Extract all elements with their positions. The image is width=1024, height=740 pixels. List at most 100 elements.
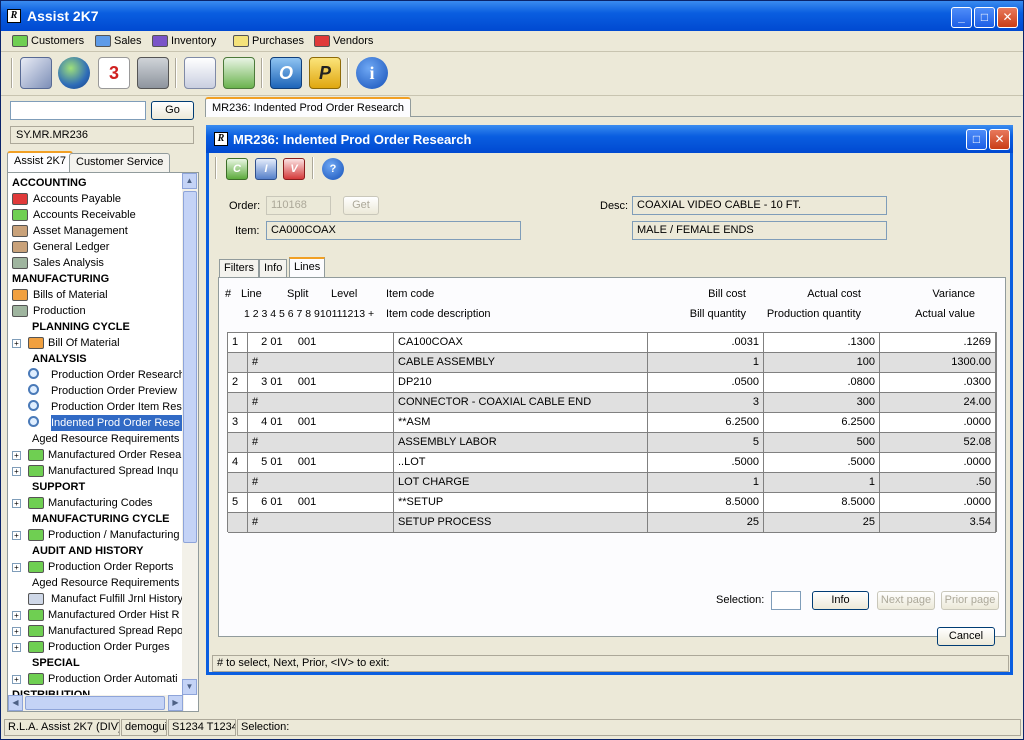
tab-mr236[interactable]: MR236: Indented Prod Order Research [205, 97, 411, 117]
scroll-thumb[interactable] [183, 191, 197, 543]
get-button[interactable]: Get [343, 196, 379, 215]
folder-icon [12, 225, 28, 237]
next-page-button[interactable]: Next page [877, 591, 935, 610]
table-cell: 24.00 [880, 393, 996, 412]
menu-purchases[interactable]: Purchases [232, 33, 304, 50]
table-row[interactable]: 4 5 01 001 ..LOT .5000.5000.0000 [228, 453, 996, 473]
tab-assist-2k7[interactable]: Assist 2K7 [7, 151, 73, 172]
expand-plus-icon[interactable]: + [12, 675, 21, 684]
app-window: R Assist 2K7 _ □ ✕ Customers Sales Inven… [0, 0, 1024, 740]
toolbar-separator [175, 58, 177, 88]
tree-item-label: Aged Resource Requirements R [32, 577, 191, 589]
expand-plus-icon[interactable]: + [12, 467, 21, 476]
expand-plus-icon[interactable]: + [12, 563, 21, 572]
folder-icon [12, 209, 28, 221]
minimize-button[interactable]: _ [951, 7, 972, 28]
table-row[interactable]: # CABLE ASSEMBLY 1 100 1300.00 [228, 353, 996, 373]
report-chart-icon[interactable] [223, 57, 255, 89]
window-title-bar: R MR236: Indented Prod Order Research □ … [206, 125, 1013, 153]
tree-vertical-scrollbar[interactable]: ▲ ▼ [182, 173, 198, 695]
order-field[interactable]: 110168 [266, 196, 331, 215]
horizontal-scroll-thumb[interactable] [25, 696, 165, 710]
search-input[interactable] [10, 101, 146, 120]
table-row[interactable]: # ASSEMBLY LABOR 5 500 52.08 [228, 433, 996, 453]
table-row[interactable]: # CONNECTOR - COAXIAL CABLE END 3 300 24.00 [228, 393, 996, 413]
table-row[interactable]: 1 2 01 001 CA100COAX .0031.1300.1269 [228, 333, 996, 353]
table-cell: .5000 [764, 453, 880, 472]
table-cell: # [248, 473, 394, 492]
calendar-icon[interactable]: 3 [98, 57, 130, 89]
window-close-button[interactable]: ✕ [989, 129, 1010, 150]
window-maximize-button[interactable]: □ [966, 129, 987, 150]
scroll-left-arrow-icon[interactable]: ◀ [8, 695, 23, 711]
i-tool-icon[interactable]: I [255, 158, 277, 180]
table-cell: .0800 [764, 373, 880, 392]
calculator-icon[interactable] [137, 57, 169, 89]
prior-page-button[interactable]: Prior page [941, 591, 999, 610]
status-bar: R.L.A. Assist 2K7 (DIV) demogui S1234 T1… [1, 717, 1023, 739]
menu-bar: Customers Sales Inventory Purchases Vend… [1, 31, 1023, 52]
tab-customer-service[interactable]: Customer Service [69, 153, 171, 172]
table-row[interactable]: 5 6 01 001 **SETUP 8.5000 8.5000.0000 [228, 493, 996, 513]
tree-item-label: Manufactured Spread Repo [48, 625, 184, 637]
tree-item-label: Production [33, 305, 86, 317]
col-header-bill-cost: Bill cost [708, 288, 746, 300]
expand-plus-icon[interactable]: + [12, 611, 21, 620]
expand-plus-icon[interactable]: + [12, 531, 21, 540]
outlook-icon[interactable]: O [270, 57, 302, 89]
expand-plus-icon[interactable]: + [12, 499, 21, 508]
contacts-icon[interactable] [184, 57, 216, 89]
maximize-button[interactable]: □ [974, 7, 995, 28]
folder-icon [12, 257, 28, 269]
go-button[interactable]: Go [151, 101, 194, 120]
table-cell: 25 [764, 513, 880, 532]
purchases-folder-icon [233, 35, 249, 47]
scroll-right-arrow-icon[interactable]: ▶ [168, 695, 183, 711]
expand-plus-icon[interactable]: + [12, 451, 21, 460]
tree-item-label: Production Order Item Res [51, 401, 182, 413]
table-row[interactable]: # SETUP PROCESS 25 25 3.54 [228, 513, 996, 533]
table-cell: CA100COAX [394, 333, 648, 352]
tab-filters[interactable]: Filters [219, 259, 259, 277]
table-cell: .0000 [880, 413, 996, 432]
expand-plus-icon[interactable]: + [12, 643, 21, 652]
globe-icon[interactable] [58, 57, 90, 89]
menu-sales[interactable]: Sales [94, 33, 142, 50]
table-cell: .1269 [880, 333, 996, 352]
table-row[interactable]: 3 4 01 001 **ASM 6.2500 6.2500.0000 [228, 413, 996, 433]
mail-icon[interactable] [20, 57, 52, 89]
folder-icon [12, 305, 28, 317]
cancel-button[interactable]: Cancel [937, 627, 995, 646]
item-field[interactable]: CA000COAX [266, 221, 521, 240]
info-button[interactable]: Info [812, 591, 869, 610]
expand-plus-icon[interactable]: + [12, 627, 21, 636]
v-tool-icon[interactable]: V [283, 158, 305, 180]
col-header-item-desc: Item code description [386, 308, 491, 320]
tab-info[interactable]: Info [259, 259, 288, 277]
table-row[interactable]: # LOT CHARGE 1 1.50 [228, 473, 996, 493]
selection-input[interactable] [771, 591, 801, 610]
magnifier-icon [28, 416, 39, 427]
table-cell: .5000 [648, 453, 764, 472]
menu-vendors[interactable]: Vendors [313, 33, 373, 50]
scroll-down-arrow-icon[interactable]: ▼ [182, 679, 197, 695]
table-cell: 4 01 001 [248, 413, 394, 432]
table-row[interactable]: 2 3 01 001 DP210.0500.0800.0300 [228, 373, 996, 393]
status-app: R.L.A. Assist 2K7 (DIV) [4, 719, 120, 736]
publisher-icon[interactable]: P [309, 57, 341, 89]
info-icon[interactable]: i [356, 57, 388, 89]
tab-lines[interactable]: Lines [289, 257, 326, 278]
tree-horizontal-scrollbar[interactable]: ◀ ▶ [8, 695, 184, 711]
table-cell: 1 [764, 473, 880, 492]
c-tool-icon[interactable]: C [226, 158, 248, 180]
folder-icon [12, 193, 28, 205]
table-cell: **SETUP [394, 493, 648, 512]
close-button[interactable]: ✕ [997, 7, 1018, 28]
menu-customers[interactable]: Customers [11, 33, 84, 50]
menu-inventory[interactable]: Inventory [151, 33, 216, 50]
scroll-up-arrow-icon[interactable]: ▲ [182, 173, 197, 189]
table-cell: 6 01 001 [248, 493, 394, 512]
help-icon[interactable]: ? [322, 158, 344, 180]
expand-plus-icon[interactable]: + [12, 339, 21, 348]
col-header-num: # [225, 288, 232, 300]
